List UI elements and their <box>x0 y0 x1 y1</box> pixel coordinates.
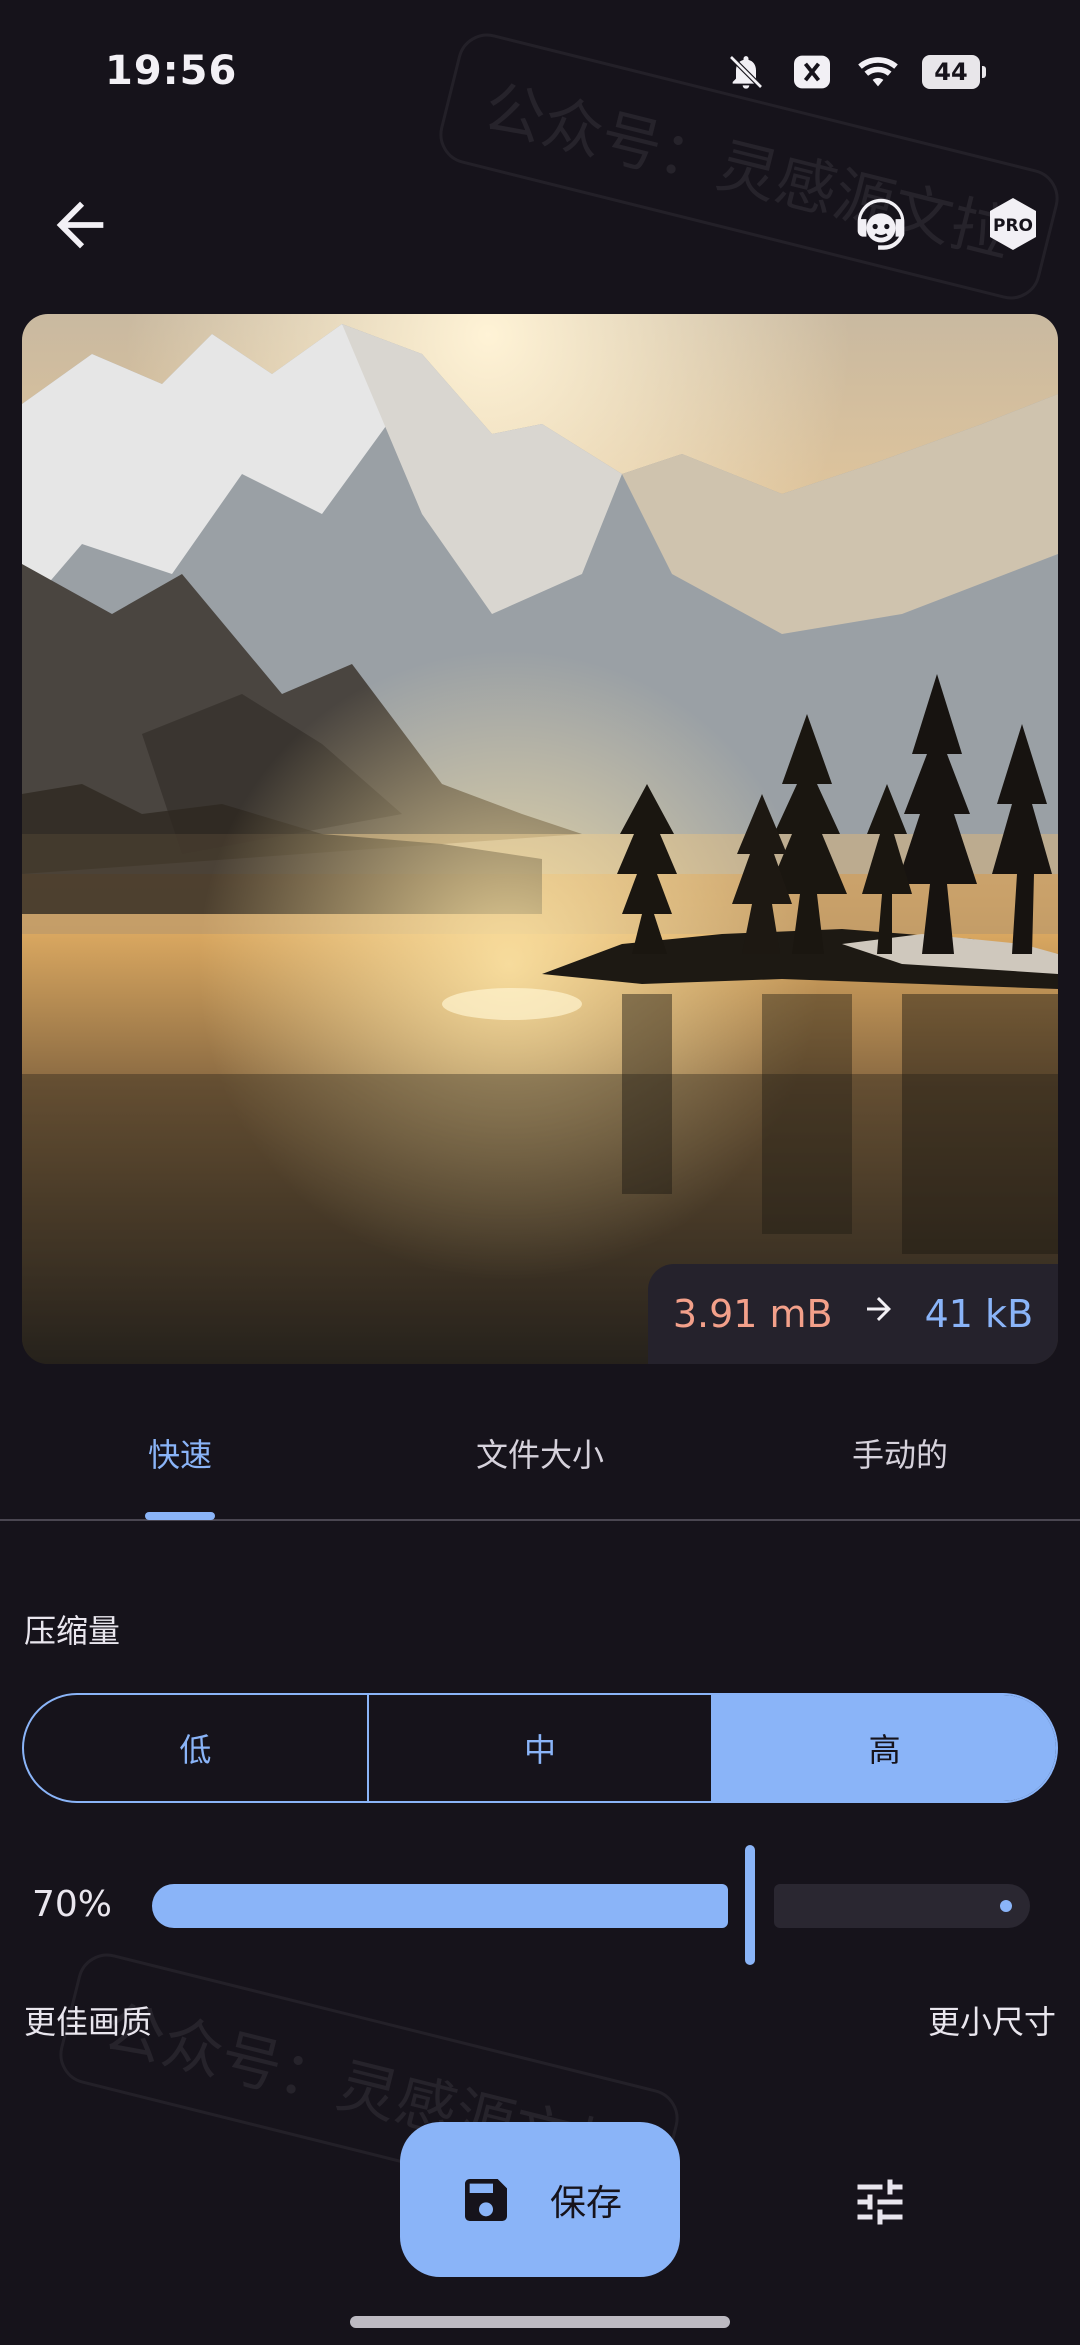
arrow-right-icon <box>861 1291 897 1337</box>
smaller-size-label: 更小尺寸 <box>927 2003 1056 2041</box>
status-time: 19:56 <box>105 48 238 94</box>
compression-medium-option[interactable]: 中 <box>366 1695 712 1801</box>
size-comparison-badge: 3.91 mB 41 kB <box>648 1264 1058 1364</box>
save-label: 保存 <box>549 2182 622 2224</box>
quality-percent: 70% <box>32 1884 113 1925</box>
support-agent-icon <box>857 198 905 250</box>
wifi-icon <box>856 52 900 92</box>
compression-label: 压缩量 <box>24 1612 121 1650</box>
notifications-off-icon <box>724 52 768 92</box>
slider-inactive-track[interactable] <box>774 1884 1030 1928</box>
landscape-image <box>22 314 1058 1364</box>
tab-manual[interactable]: 手动的 <box>750 1430 1050 1476</box>
settings-button[interactable] <box>850 2172 910 2232</box>
compression-segmented-control: 低 中 高 <box>22 1693 1058 1803</box>
pro-label: PRO <box>993 216 1033 236</box>
close-box-icon <box>790 52 834 92</box>
tune-icon <box>857 2179 903 2225</box>
arrow-left-icon <box>56 201 104 249</box>
original-size: 3.91 mB <box>672 1292 833 1336</box>
tab-file-size[interactable]: 文件大小 <box>390 1430 690 1476</box>
slider-stop-indicator <box>1000 1900 1012 1912</box>
compression-high-option[interactable]: 高 <box>711 1695 1056 1801</box>
save-icon <box>464 2178 507 2221</box>
slider-handle[interactable] <box>745 1845 755 1965</box>
photo-preview[interactable]: 3.91 mB 41 kB <box>22 314 1058 1364</box>
support-button[interactable] <box>845 190 917 260</box>
home-indicator <box>350 2316 730 2328</box>
pro-badge[interactable]: PRO <box>985 196 1041 252</box>
slider-active-track[interactable] <box>152 1884 728 1928</box>
tab-quick[interactable]: 快速 <box>30 1430 330 1476</box>
tab-indicator <box>145 1512 215 1520</box>
status-icons: 44 <box>724 52 986 92</box>
save-button[interactable]: 保存 <box>400 2122 680 2277</box>
battery-indicator: 44 <box>922 55 986 89</box>
compressed-size: 41 kB <box>924 1292 1034 1336</box>
compression-low-option[interactable]: 低 <box>24 1695 367 1801</box>
back-button[interactable] <box>45 190 115 260</box>
better-quality-label: 更佳画质 <box>24 2003 153 2041</box>
